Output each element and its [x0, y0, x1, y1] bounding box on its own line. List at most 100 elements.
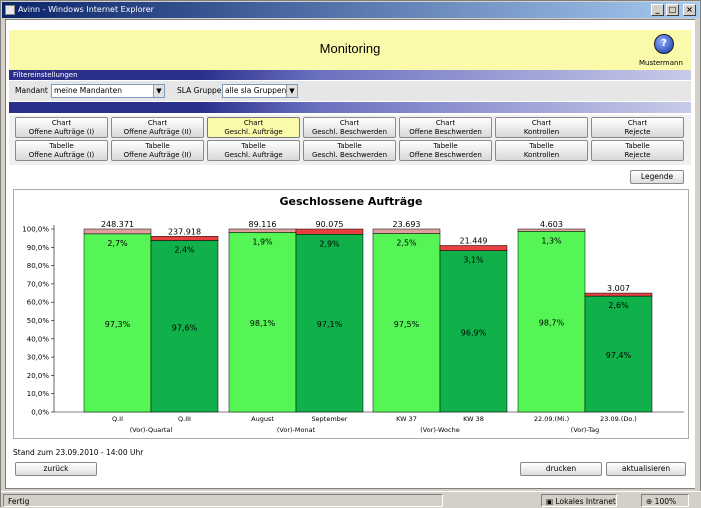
- bar-green-label: 97,6%: [172, 323, 198, 332]
- nav-table-kontrollen[interactable]: Tabelle Kontrollen: [495, 140, 588, 161]
- bar-segment-rejected: [150, 236, 219, 241]
- browser-window: Avinn - Windows Internet Explorer _ □ × …: [0, 0, 701, 508]
- y-tick-label: 0,0%: [31, 409, 49, 417]
- zoom-control[interactable]: ⊕ 100%: [641, 494, 689, 507]
- bar-segment-rejected: [83, 228, 152, 235]
- page-title: Monitoring: [319, 41, 381, 56]
- refresh-button[interactable]: aktualisieren: [606, 462, 686, 476]
- bar-segment-rejected: [228, 228, 297, 233]
- minimize-button[interactable]: _: [651, 4, 664, 16]
- maximize-button[interactable]: □: [666, 4, 679, 16]
- bar-segment-rejected: [517, 228, 586, 232]
- bar-green-label: 97,5%: [394, 320, 420, 329]
- status-bar: Fertig ▣ Lokales Intranet ⊕ 100%: [1, 491, 701, 508]
- y-tick-label: 100,0%: [22, 226, 49, 234]
- print-button[interactable]: drucken: [520, 462, 602, 476]
- bar-green-label: 98,1%: [250, 319, 276, 328]
- bar-total-label: 248.371: [101, 220, 134, 229]
- nav-table-rejecte[interactable]: Tabelle Rejecte: [591, 140, 684, 161]
- x-category-label: 23.09.(Do.): [600, 415, 637, 423]
- bar-red-label: 2,6%: [608, 301, 629, 310]
- bar-segment-rejected: [295, 228, 364, 235]
- sla-select[interactable]: alle sla Gruppen ▼: [222, 84, 298, 98]
- y-tick-label: 80,0%: [27, 262, 50, 270]
- nav-table-offene-auftraege-2[interactable]: Tabelle Offene Aufträge (II): [111, 140, 204, 161]
- separator-bar: [9, 102, 691, 113]
- x-group-label: (Vor)-Tag: [571, 426, 599, 434]
- x-category-label: KW 38: [463, 415, 484, 423]
- page-header: Monitoring ? Mustermann: [9, 30, 691, 70]
- bar-red-label: 2,7%: [107, 239, 128, 248]
- x-group-label: (Vor)-Quartal: [130, 426, 173, 434]
- mandant-select[interactable]: meine Mandanten ▼: [51, 84, 165, 98]
- bar-green-label: 97,3%: [105, 320, 131, 329]
- bar-green-label: 96,9%: [461, 328, 487, 337]
- nav-chart-offene-auftraege-2[interactable]: Chart Offene Aufträge (II): [111, 117, 204, 138]
- x-category-label: Q.II: [112, 415, 123, 423]
- chevron-down-icon: ▼: [153, 85, 164, 97]
- title-bar: Avinn - Windows Internet Explorer _ □ ×: [2, 2, 699, 18]
- x-category-label: Q.III: [178, 415, 191, 423]
- sla-label: SLA Gruppe: [177, 86, 222, 95]
- data-timestamp: Stand zum 23.09.2010 - 14:00 Uhr: [13, 448, 144, 457]
- bar-red-label: 2,4%: [174, 246, 195, 255]
- y-tick-label: 20,0%: [27, 372, 50, 380]
- user-name: Mustermann: [639, 59, 683, 67]
- bar-green-label: 97,1%: [317, 320, 343, 329]
- bar-red-label: 1,9%: [252, 237, 273, 246]
- ie-icon: [5, 5, 15, 15]
- bar-total-label: 237.918: [168, 227, 201, 236]
- y-tick-label: 90,0%: [27, 244, 50, 252]
- nav-table-offene-auftraege-1[interactable]: Tabelle Offene Aufträge (I): [15, 140, 108, 161]
- legend-button[interactable]: Legende: [630, 170, 684, 184]
- scrollbar[interactable]: [695, 19, 698, 489]
- x-category-label: September: [312, 415, 348, 423]
- y-tick-label: 30,0%: [27, 354, 50, 362]
- chart-title: Geschlossene Aufträge: [280, 195, 423, 208]
- nav-chart-offene-auftraege-1[interactable]: Chart Offene Aufträge (I): [15, 117, 108, 138]
- bar-total-label: 4.603: [540, 220, 563, 229]
- nav-grid: Chart Offene Aufträge (I) Chart Offene Auf…: [9, 115, 691, 165]
- mandant-value: meine Mandanten: [54, 86, 122, 95]
- bar-green-label: 97,4%: [606, 351, 632, 360]
- bar-red-label: 2,9%: [319, 239, 340, 248]
- bar-total-label: 90.075: [316, 220, 344, 229]
- zoom-icon: ⊕: [646, 497, 655, 506]
- close-button[interactable]: ×: [683, 4, 696, 16]
- bar-segment-rejected: [439, 245, 508, 251]
- filter-bar: Filtereinstellungen: [9, 70, 691, 80]
- back-button[interactable]: zurück: [15, 462, 97, 476]
- x-category-label: August: [251, 415, 274, 423]
- y-tick-label: 40,0%: [27, 335, 50, 343]
- y-tick-label: 70,0%: [27, 280, 50, 288]
- chart-panel: Geschlossene Aufträge 0,0% 10,0% 20,0% 30,0…: [13, 189, 689, 439]
- y-tick-label: 60,0%: [27, 299, 50, 307]
- bar-total-label: 3.007: [607, 284, 630, 293]
- filter-row: Mandant meine Mandanten ▼ SLA Gruppe all…: [9, 81, 691, 101]
- bar-total-label: 89.116: [249, 220, 277, 229]
- nav-chart-offene-beschwerden[interactable]: Chart Offene Beschwerden: [399, 117, 492, 138]
- mandant-label: Mandant: [15, 86, 48, 95]
- bar-total-label: 21.449: [460, 236, 488, 245]
- y-tick-label: 50,0%: [27, 317, 50, 325]
- nav-chart-rejecte[interactable]: Chart Rejecte: [591, 117, 684, 138]
- chevron-down-icon: ▼: [286, 85, 297, 97]
- sla-value: alle sla Gruppen: [225, 86, 287, 95]
- nav-chart-geschl-beschwerden[interactable]: Chart Geschl. Beschwerden: [303, 117, 396, 138]
- nav-chart-geschl-auftraege[interactable]: Chart Geschl. Aufträge: [207, 117, 300, 138]
- bar-segment-rejected: [584, 292, 653, 297]
- bar-segment-rejected: [372, 228, 441, 234]
- bar-red-label: 3,1%: [463, 256, 484, 265]
- zone-indicator: ▣ Lokales Intranet: [541, 494, 617, 507]
- nav-table-geschl-beschwerden[interactable]: Tabelle Geschl. Beschwerden: [303, 140, 396, 161]
- filter-bar-label: Filtereinstellungen: [13, 71, 78, 79]
- status-text: Fertig: [3, 494, 443, 507]
- bar-red-label: 2,5%: [396, 239, 417, 248]
- bar-green-label: 98,7%: [539, 319, 565, 328]
- user-icon[interactable]: ?: [654, 34, 674, 54]
- nav-chart-kontrollen[interactable]: Chart Kontrollen: [495, 117, 588, 138]
- nav-table-offene-beschwerden[interactable]: Tabelle Offene Beschwerden: [399, 140, 492, 161]
- x-group-label: (Vor)-Woche: [420, 426, 459, 434]
- nav-table-geschl-auftraege[interactable]: Tabelle Geschl. Aufträge: [207, 140, 300, 161]
- y-tick-label: 10,0%: [27, 390, 50, 398]
